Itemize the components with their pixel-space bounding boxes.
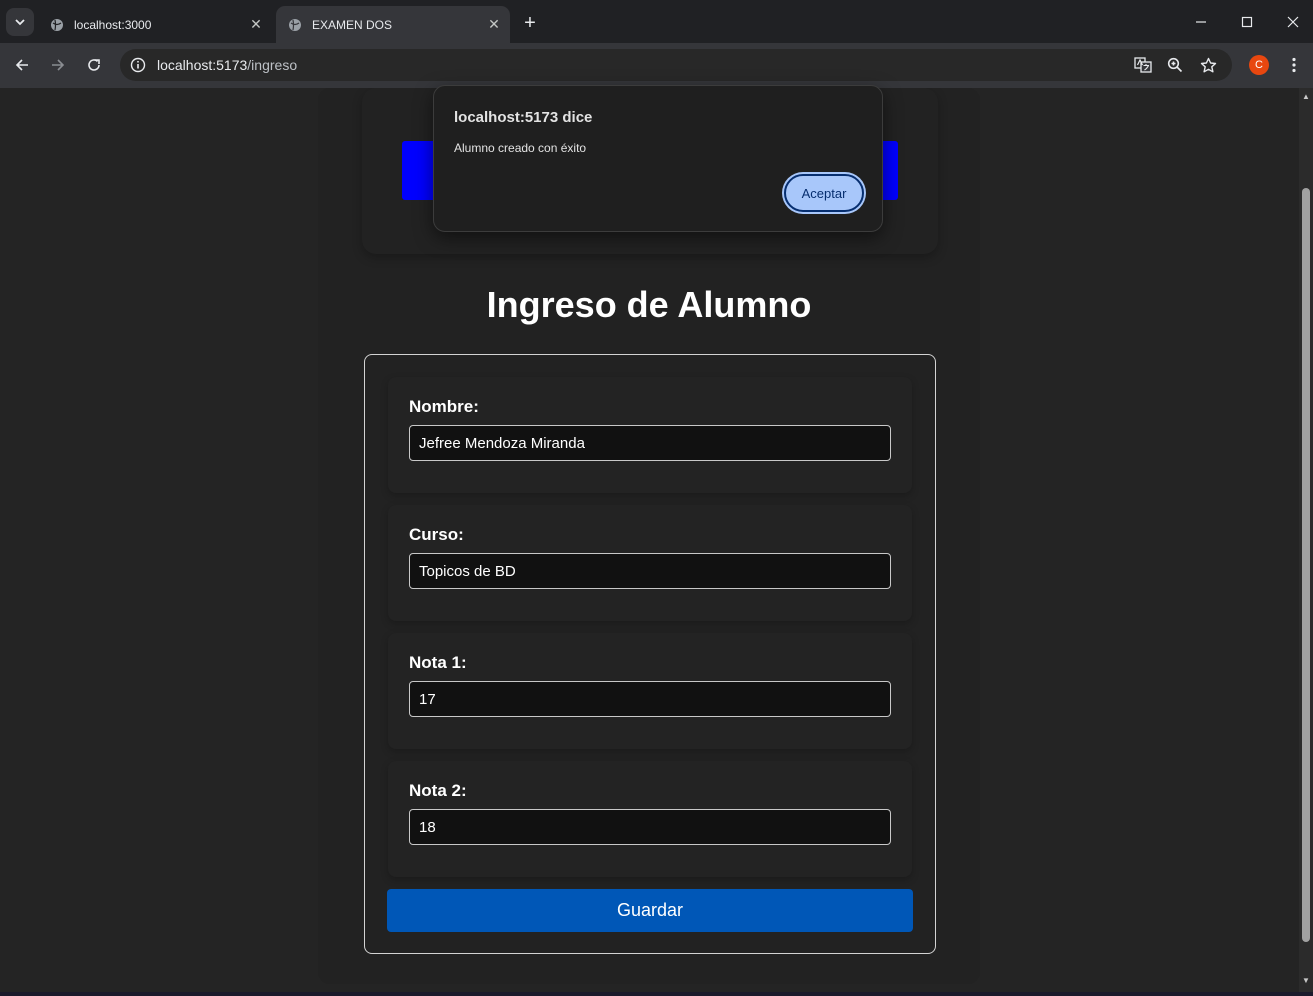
tab-strip: localhost:3000 ✕ EXAMEN DOS ✕ + [0, 0, 1313, 43]
globe-icon [289, 18, 301, 31]
arrow-left-icon [15, 59, 28, 71]
desktop-edge [0, 992, 1313, 996]
bookmark-star-icon[interactable] [1198, 55, 1218, 75]
student-form: Nombre: Jefree Mendoza Miranda Curso: To… [364, 354, 936, 954]
scroll-thumb[interactable] [1302, 188, 1310, 942]
close-tab-icon[interactable]: ✕ [484, 15, 504, 35]
nota1-label: Nota 1: [409, 653, 467, 672]
url-path: /ingreso [247, 57, 298, 73]
nota1-input[interactable]: 17 [409, 681, 891, 717]
url-text: localhost:5173/ingreso [157, 57, 297, 73]
browser-toolbar: localhost:5173/ingreso C [0, 43, 1313, 88]
tab-title: localhost:3000 [74, 17, 152, 32]
page-scrollbar[interactable]: ▲ ▼ [1299, 88, 1313, 992]
nombre-input[interactable]: Jefree Mendoza Miranda [409, 425, 891, 461]
curso-label: Curso: [409, 525, 464, 544]
close-icon [1287, 16, 1299, 28]
profile-avatar[interactable]: C [1249, 55, 1269, 75]
arrow-right-icon [52, 59, 65, 71]
nota2-input[interactable]: 18 [409, 809, 891, 845]
alert-message: Alumno creado con éxito [454, 141, 587, 155]
url-host: localhost:5173 [157, 57, 248, 73]
save-button[interactable]: Guardar [387, 889, 913, 932]
maximize-button[interactable] [1227, 8, 1267, 36]
scroll-down-arrow-icon[interactable]: ▼ [1301, 976, 1311, 986]
alert-dialog: localhost:5173 dice Alumno creado con éx… [433, 85, 883, 232]
nota2-label: Nota 2: [409, 781, 467, 800]
globe-icon [51, 18, 63, 31]
scroll-up-arrow-icon[interactable]: ▲ [1301, 92, 1311, 102]
tab-localhost-3000[interactable]: localhost:3000 ✕ [38, 6, 272, 43]
minimize-icon [1196, 21, 1206, 23]
nota2-field-group: Nota 2: 18 [388, 761, 912, 877]
more-vertical-icon [1292, 57, 1296, 73]
site-info-icon[interactable] [128, 55, 148, 75]
tab-examen-dos[interactable]: EXAMEN DOS ✕ [276, 6, 510, 43]
curso-field-group: Curso: Topicos de BD [388, 505, 912, 621]
zoom-icon[interactable] [1165, 55, 1185, 75]
reload-button[interactable] [80, 51, 108, 79]
page-title: Ingreso de Alumno [486, 284, 812, 325]
address-bar[interactable]: localhost:5173/ingreso [120, 49, 1232, 81]
translate-icon[interactable] [1133, 55, 1153, 75]
tab-title: EXAMEN DOS [312, 17, 393, 32]
nota1-field-group: Nota 1: 17 [388, 633, 912, 749]
maximize-icon [1241, 16, 1253, 28]
alert-origin: localhost:5173 dice [454, 109, 593, 126]
browser-menu-button[interactable] [1284, 53, 1304, 77]
forward-button[interactable] [44, 51, 72, 79]
close-window-button[interactable] [1273, 8, 1313, 36]
nombre-field-group: Nombre: Jefree Mendoza Miranda [388, 377, 912, 493]
alert-ok-button[interactable]: Aceptar [784, 174, 864, 212]
new-tab-button[interactable]: + [518, 11, 542, 35]
minimize-button[interactable] [1181, 8, 1221, 36]
curso-input[interactable]: Topicos de BD [409, 553, 891, 589]
chevron-down-icon [15, 19, 25, 26]
nombre-label: Nombre: [409, 397, 479, 416]
back-button[interactable] [8, 51, 36, 79]
reload-icon [88, 59, 100, 71]
close-tab-icon[interactable]: ✕ [246, 15, 266, 35]
tab-search-button[interactable] [6, 8, 34, 36]
